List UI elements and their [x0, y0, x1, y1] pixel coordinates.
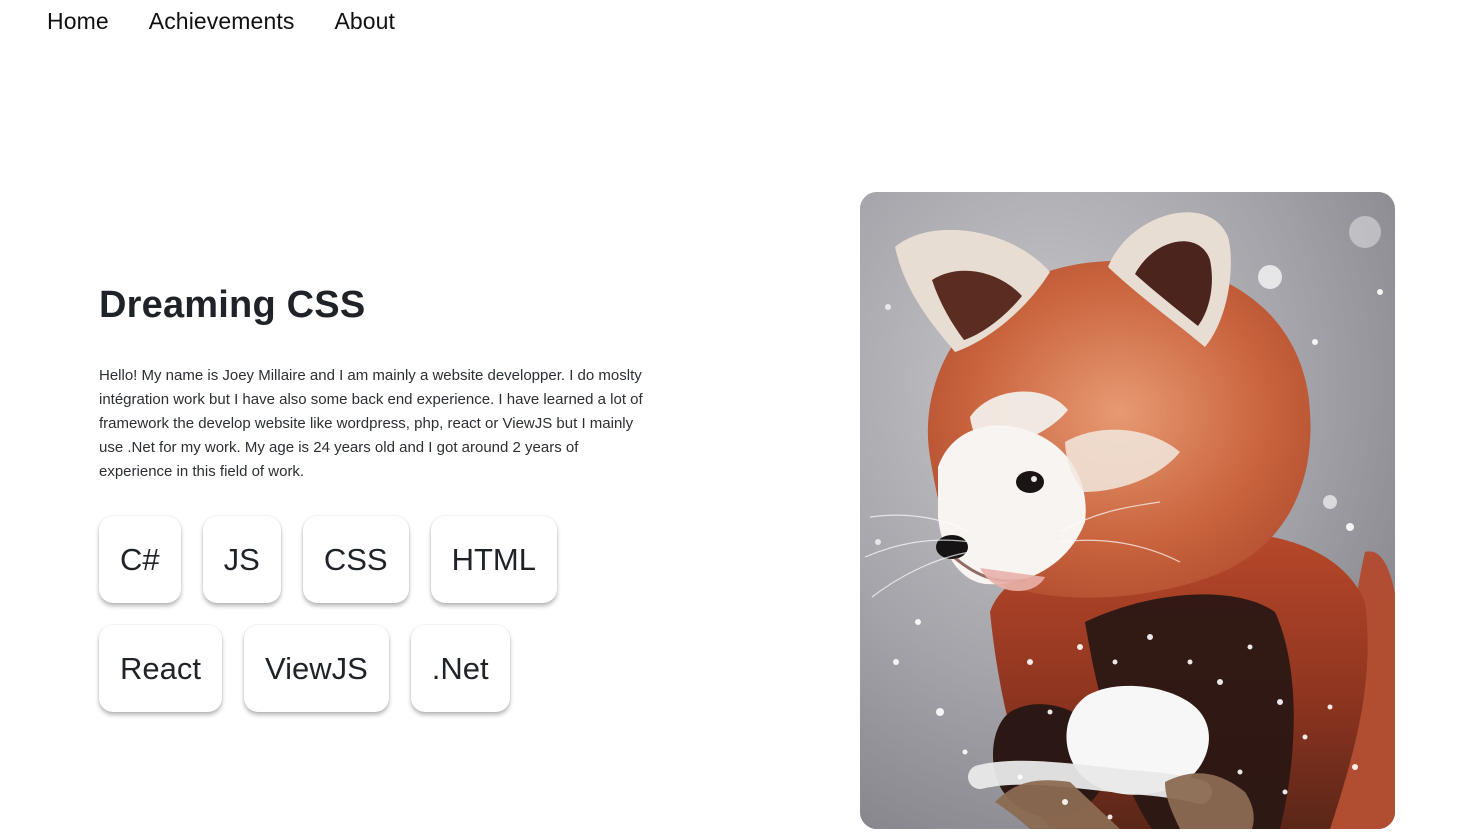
skill-chip-css: CSS [302, 516, 409, 603]
skill-chip-html: HTML [430, 516, 557, 603]
skills-row-1: C# JS CSS HTML [99, 516, 659, 603]
top-navigation: Home Achievements About [47, 6, 395, 36]
nav-link-home[interactable]: Home [47, 6, 109, 36]
skills-section: C# JS CSS HTML React ViewJS .Net [99, 516, 659, 734]
page-title: Dreaming CSS [99, 284, 366, 326]
skill-chip-viewjs: ViewJS [243, 625, 389, 712]
skill-chip-react: React [99, 625, 222, 712]
bio-paragraph: Hello! My name is Joey Millaire and I am… [99, 367, 643, 480]
nav-link-about[interactable]: About [334, 6, 395, 36]
skill-chip-dotnet: .Net [410, 625, 510, 712]
red-panda-photo [860, 192, 1395, 829]
skill-chip-csharp: C# [99, 516, 181, 603]
skill-chip-js: JS [202, 516, 281, 603]
skills-row-2: React ViewJS .Net [99, 625, 659, 712]
nav-link-achievements[interactable]: Achievements [149, 6, 295, 36]
